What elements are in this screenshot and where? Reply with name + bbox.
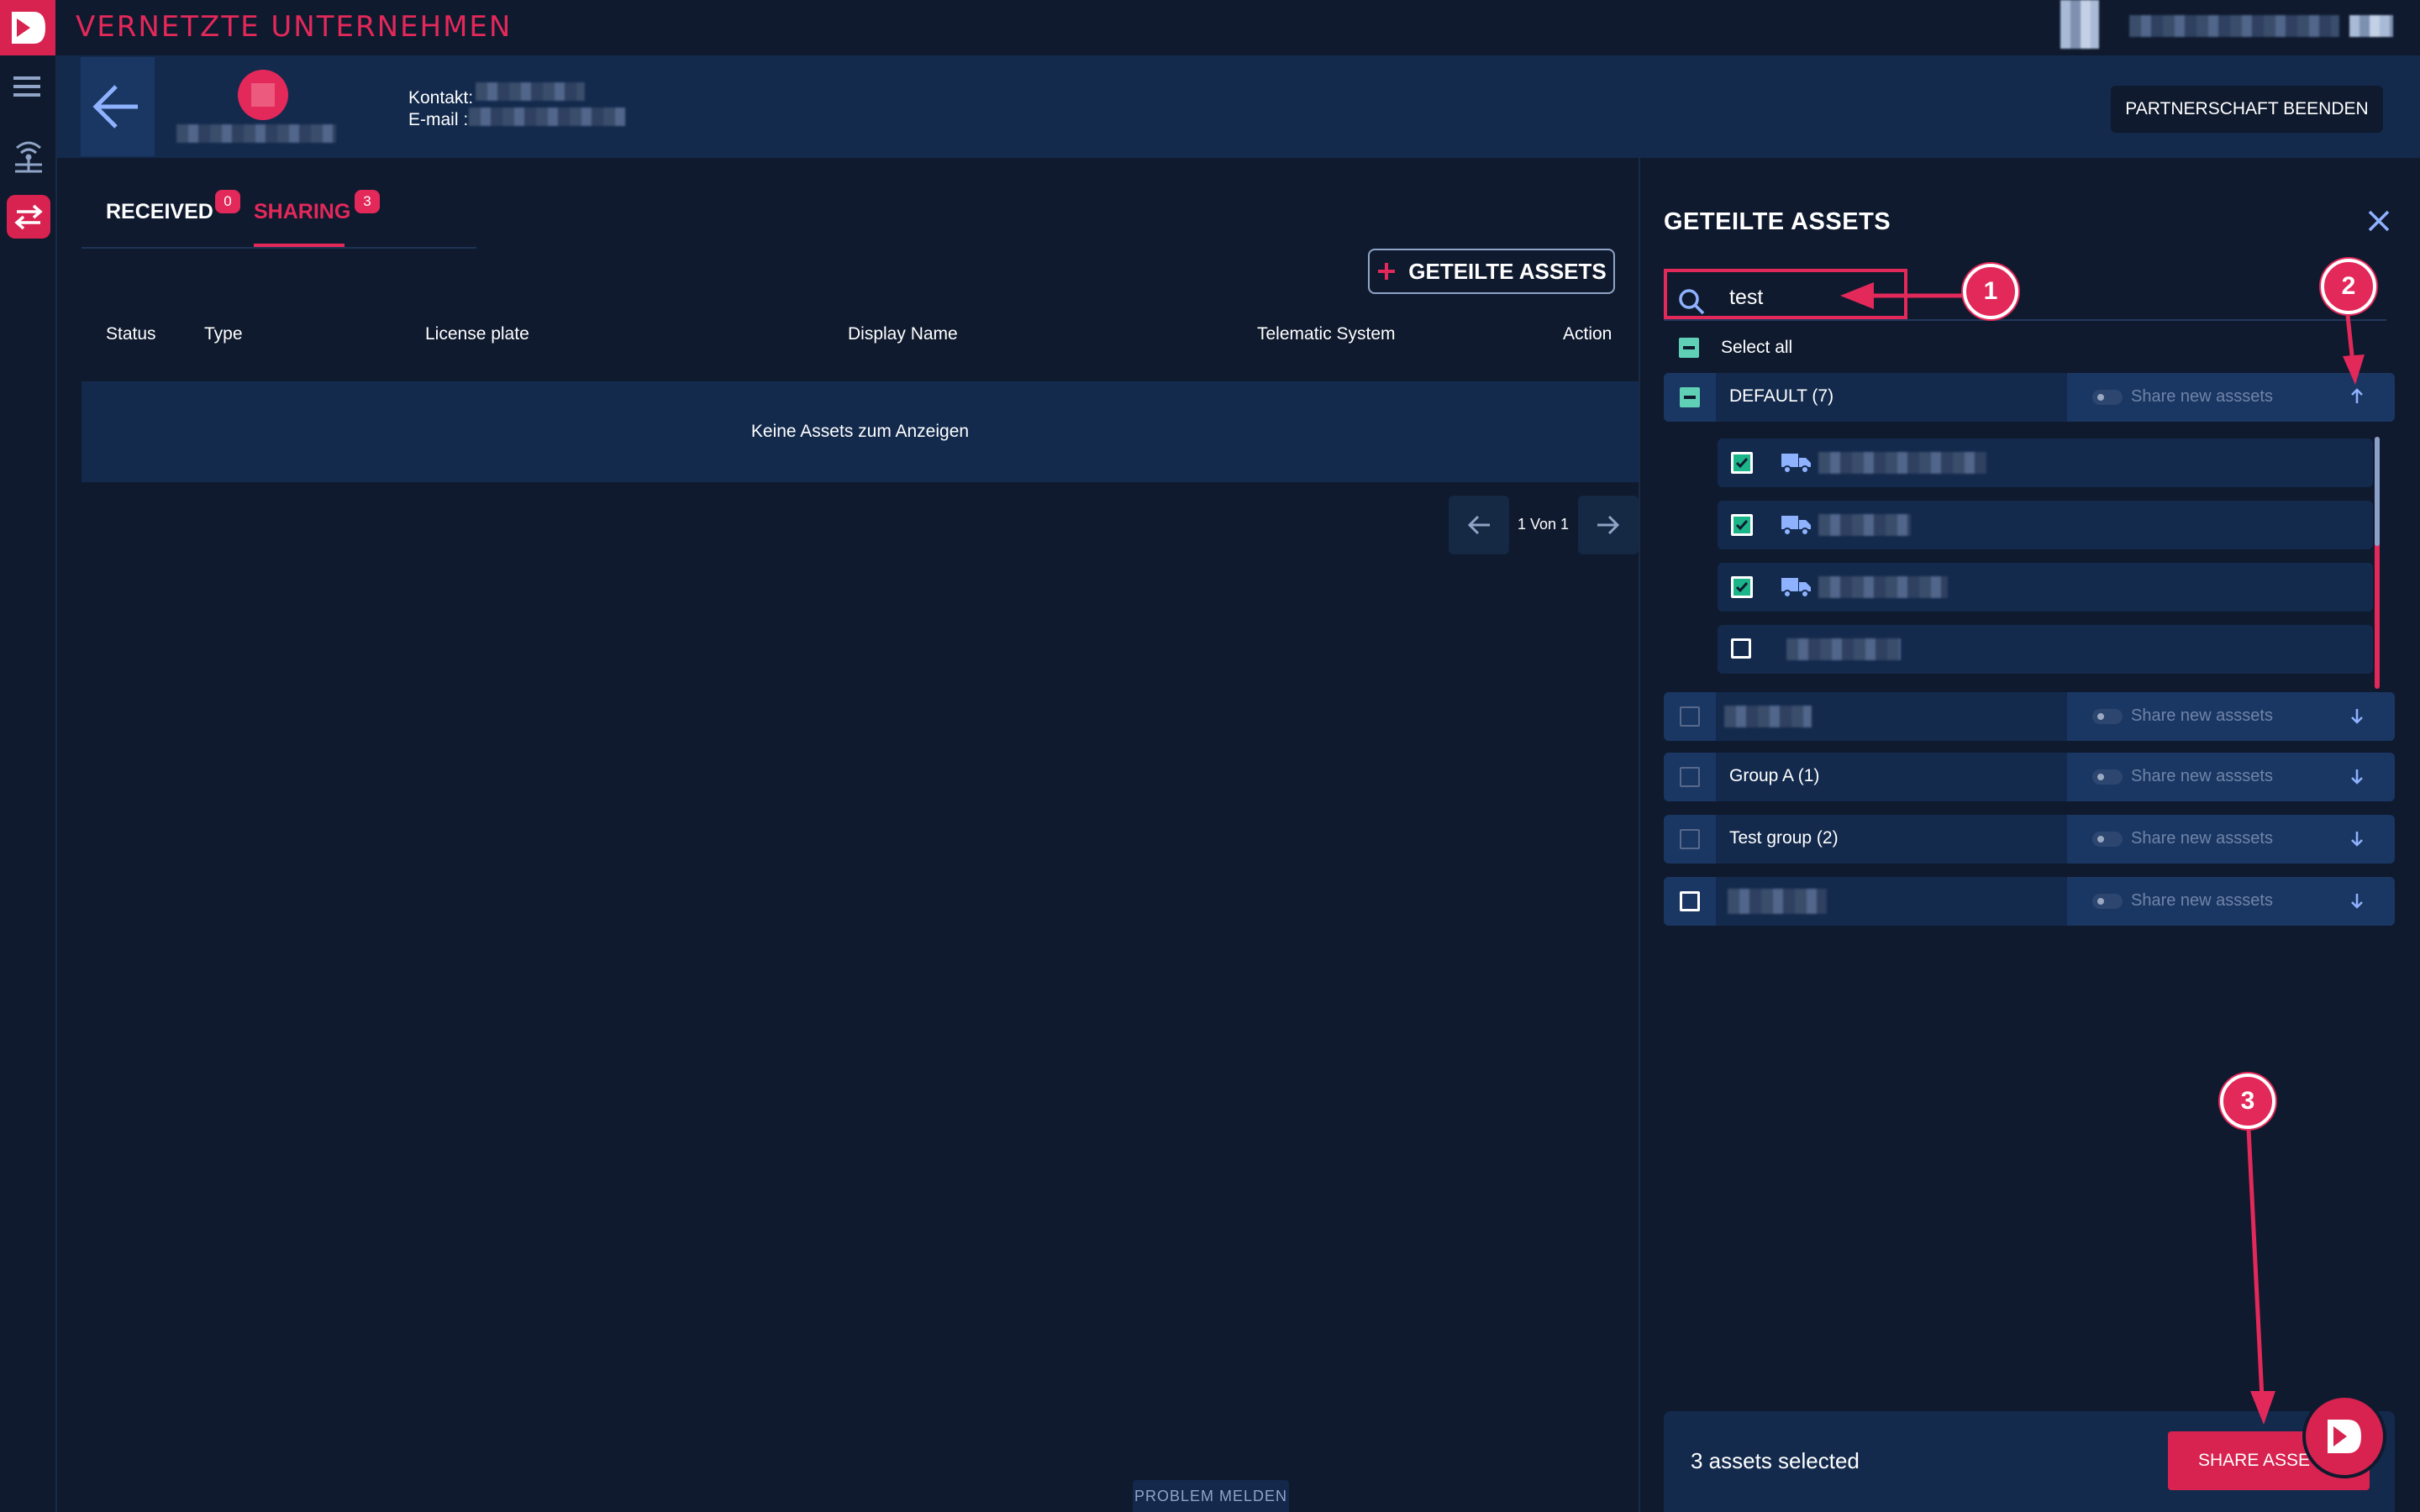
annotation-marker-2: 2 — [2321, 259, 2376, 314]
annotation-marker-3: 3 — [2220, 1074, 2275, 1129]
annotation-marker-1: 1 — [1963, 264, 2018, 319]
annotation-arrows — [1840, 282, 2365, 1425]
